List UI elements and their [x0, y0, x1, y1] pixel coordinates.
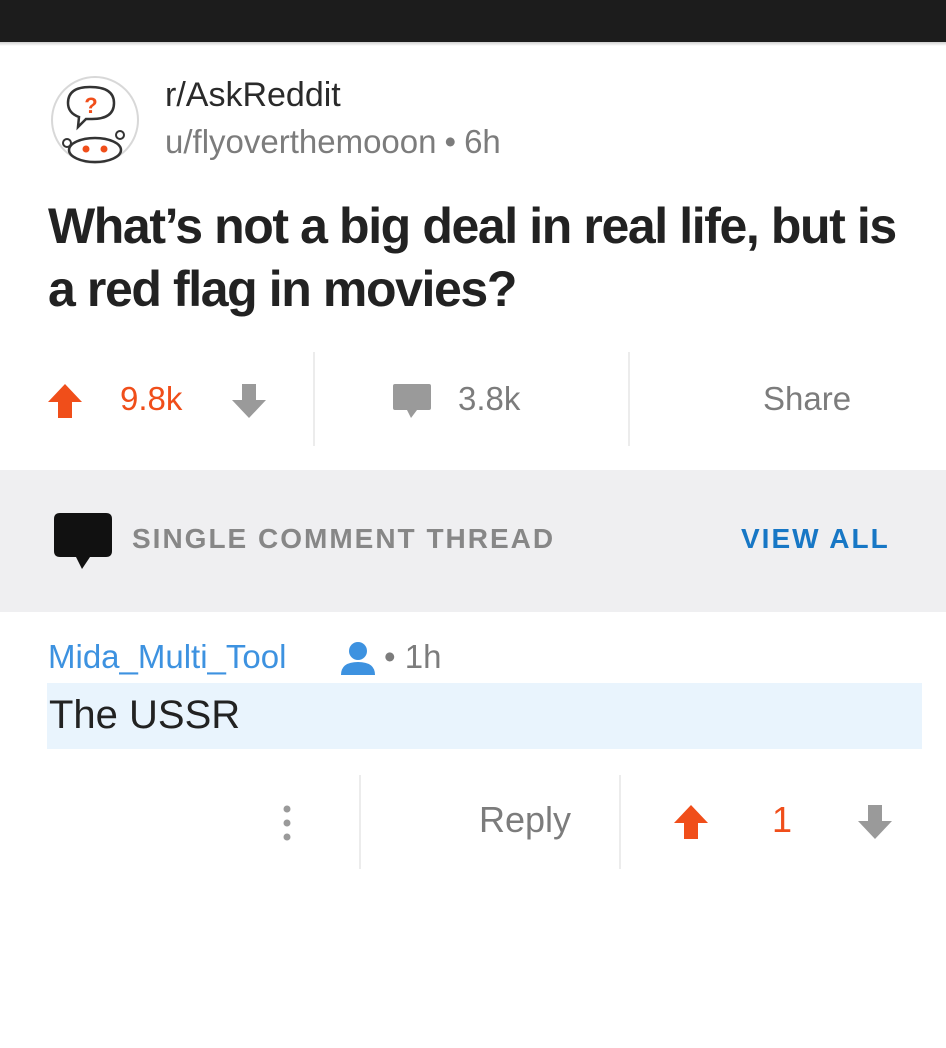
- comment-body-highlight: The USSR: [47, 683, 922, 749]
- comment-age: 1h: [404, 638, 442, 675]
- comment-separator: •: [384, 638, 396, 675]
- comment-upvote-arrow-icon[interactable]: [672, 803, 710, 846]
- system-top-bar: [0, 0, 946, 42]
- single-comment-thread-bar: SINGLE COMMENT THREAD VIEW ALL: [0, 470, 946, 612]
- thread-label: SINGLE COMMENT THREAD: [132, 523, 556, 554]
- comment-action-bar: Reply 1: [0, 775, 946, 869]
- more-options-icon[interactable]: [281, 803, 293, 843]
- post-title[interactable]: What’s not a big deal in real life, but …: [48, 195, 928, 321]
- comment-author[interactable]: Mida_Multi_Tool: [48, 638, 286, 676]
- reply-button[interactable]: Reply: [479, 799, 571, 841]
- subreddit-name[interactable]: r/AskReddit: [165, 76, 341, 115]
- comment-bubble-icon[interactable]: [391, 382, 433, 427]
- action-divider: [619, 775, 621, 869]
- user-icon: [339, 641, 377, 682]
- comment-count[interactable]: 3.8k: [458, 380, 520, 418]
- comment-downvote-arrow-icon[interactable]: [856, 803, 894, 846]
- post-author[interactable]: u/flyoverthemooon: [165, 123, 437, 160]
- action-divider: [628, 352, 630, 446]
- action-divider: [313, 352, 315, 446]
- upvote-arrow-icon[interactable]: [46, 382, 84, 425]
- post-age: 6h: [464, 123, 501, 160]
- post-meta: u/flyoverthemooon • 6h: [165, 123, 501, 161]
- view-all-button[interactable]: VIEW ALL: [741, 523, 890, 555]
- comment-score: 1: [772, 799, 793, 840]
- action-divider: [359, 775, 361, 869]
- comment-meta: • 1h: [384, 638, 441, 676]
- meta-separator: •: [444, 123, 457, 160]
- svg-text:?: ?: [84, 93, 97, 118]
- post-action-bar: 9.8k 3.8k Share: [0, 352, 946, 446]
- comment-thread-icon: [54, 513, 112, 574]
- top-bar-shadow: [0, 42, 946, 46]
- downvote-arrow-icon[interactable]: [230, 382, 268, 425]
- comment-text: The USSR: [49, 693, 241, 737]
- post-score: 9.8k: [120, 380, 183, 417]
- share-button[interactable]: Share: [763, 380, 851, 418]
- askreddit-snoo-icon[interactable]: ?: [50, 75, 140, 165]
